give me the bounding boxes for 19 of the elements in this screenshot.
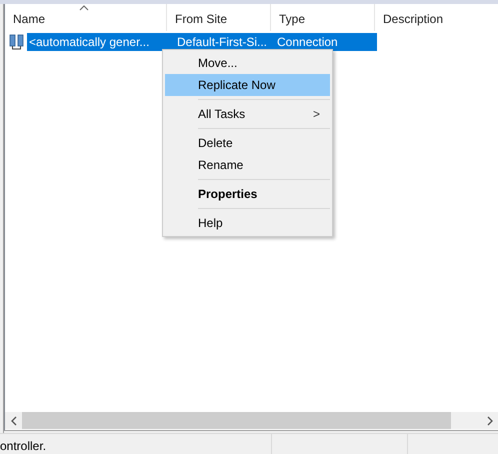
column-header[interactable]: Type bbox=[271, 4, 375, 31]
table-cell: <automatically gener... bbox=[29, 35, 150, 49]
table-cell: Connection bbox=[277, 35, 338, 49]
column-header[interactable]: Name bbox=[5, 4, 167, 31]
menu-item[interactable]: Replicate Now bbox=[165, 74, 330, 96]
column-header[interactable]: From Site bbox=[167, 4, 271, 31]
menu-item[interactable]: Rename bbox=[165, 154, 330, 176]
menu-item[interactable]: Help bbox=[165, 212, 330, 234]
table-cell: Default-First-Si... bbox=[177, 35, 268, 49]
menu-item[interactable]: All Tasks > bbox=[165, 103, 330, 125]
sort-caret-icon bbox=[79, 5, 89, 11]
table-row[interactable]: <automatically gener... Default-First-Si... Connection bbox=[27, 33, 377, 51]
status-text: ontroller. bbox=[0, 439, 46, 453]
server-icon bbox=[9, 34, 25, 50]
menu-item[interactable]: Delete bbox=[165, 132, 330, 154]
menu-item[interactable]: Properties bbox=[165, 183, 330, 205]
column-header[interactable]: Description bbox=[375, 4, 491, 31]
scrollbar-thumb[interactable] bbox=[22, 412, 451, 429]
menu-item[interactable]: Move... bbox=[165, 52, 330, 74]
